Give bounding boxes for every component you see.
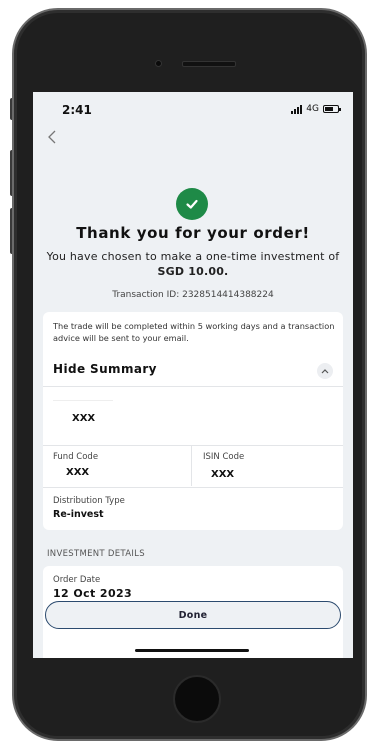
earpiece-speaker xyxy=(182,61,236,67)
confirmation-message: You have chosen to make a one-time inves… xyxy=(43,249,343,279)
transaction-id: Transaction ID: 2328514414388224 xyxy=(112,290,274,300)
hide-summary-label: Hide Summary xyxy=(53,362,157,376)
trade-completion-note: The trade will be completed within 5 wor… xyxy=(53,321,335,343)
done-button[interactable]: Done xyxy=(45,601,341,629)
summary-card: The trade will be completed within 5 wor… xyxy=(43,312,343,530)
distribution-type-value: Re-invest xyxy=(53,509,104,520)
fund-code-value: XXX xyxy=(66,467,90,478)
app-screen: 2:41 4G Thank you for your order! You ha… xyxy=(33,92,353,658)
order-date-label: Order Date xyxy=(53,575,101,585)
battery-icon xyxy=(323,105,341,113)
confirmation-message-text: You have chosen to make a one-time inves… xyxy=(46,250,340,263)
status-bar: 2:41 4G xyxy=(33,92,353,126)
success-check-icon xyxy=(176,188,208,220)
fund-code-label: Fund Code xyxy=(53,452,99,462)
investment-amount: SGD 10.00. xyxy=(157,265,229,278)
divider xyxy=(43,445,343,446)
distribution-type-label: Distribution Type xyxy=(53,496,125,506)
confirmation-title: Thank you for your order! xyxy=(76,224,310,242)
chevron-up-icon[interactable] xyxy=(317,363,333,379)
fund-name-value: XXX xyxy=(72,413,96,424)
investment-details-heading: INVESTMENT DETAILS xyxy=(47,549,145,559)
home-indicator xyxy=(135,649,249,652)
redacted-line xyxy=(53,400,113,401)
status-indicators: 4G xyxy=(291,104,341,114)
isin-code-value: XXX xyxy=(211,469,235,480)
signal-icon xyxy=(291,104,303,114)
front-camera xyxy=(155,60,162,67)
hide-summary-toggle[interactable]: Hide Summary xyxy=(43,356,343,387)
back-chevron-icon[interactable] xyxy=(47,130,61,148)
divider xyxy=(43,487,343,488)
isin-code-label: ISIN Code xyxy=(203,452,245,462)
home-button[interactable] xyxy=(173,675,221,723)
column-divider xyxy=(191,446,192,486)
network-type: 4G xyxy=(306,104,319,114)
status-time: 2:41 xyxy=(62,103,92,117)
order-date-value: 12 Oct 2023 xyxy=(53,587,133,600)
